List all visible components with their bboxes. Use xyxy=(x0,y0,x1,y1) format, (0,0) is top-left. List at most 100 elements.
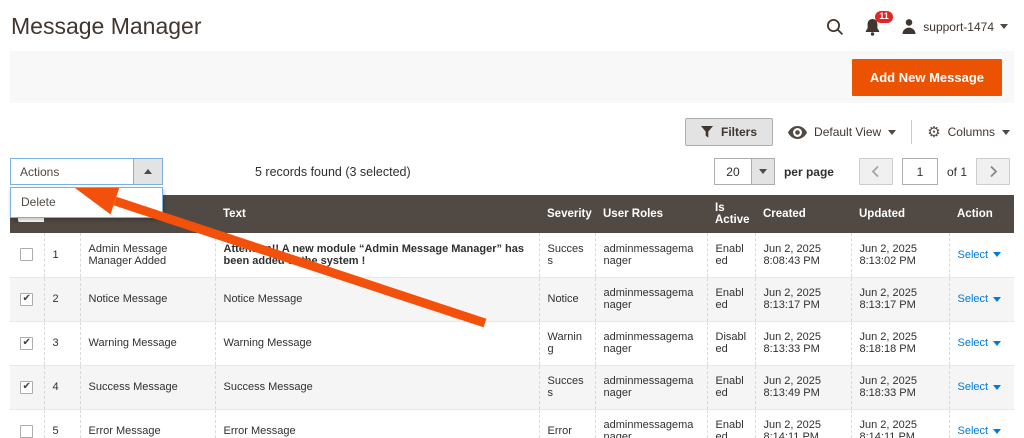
cell-is-active: Enabled xyxy=(707,409,755,438)
default-view-label: Default View xyxy=(814,125,881,139)
header-cell-updated[interactable]: Updated xyxy=(851,195,949,233)
cell-title: Success Message xyxy=(80,365,215,409)
row-select-action[interactable]: Select xyxy=(958,381,1002,393)
row-checkbox[interactable] xyxy=(20,293,33,306)
filters-button[interactable]: Filters xyxy=(685,118,773,146)
chevron-down-icon xyxy=(993,341,1001,346)
table-body: 1 Admin Message Manager Added Attention!… xyxy=(10,233,1014,438)
cell-is-active: Disabled xyxy=(707,321,755,365)
per-page-select[interactable]: 20 xyxy=(714,158,775,185)
cell-user-roles: adminmessagemanager xyxy=(595,321,707,365)
header-cell-created[interactable]: Created xyxy=(755,195,851,233)
row-checkbox[interactable] xyxy=(20,248,33,261)
user-icon xyxy=(901,18,917,35)
chevron-down-icon xyxy=(993,385,1001,390)
toolbar-divider xyxy=(911,120,912,144)
cell-id: 5 xyxy=(44,409,80,438)
funnel-icon xyxy=(701,126,713,138)
cell-is-active: Enabled xyxy=(707,365,755,409)
cell-user-roles: adminmessagemanager xyxy=(595,233,707,277)
cell-checkbox xyxy=(10,233,44,277)
cell-checkbox xyxy=(10,365,44,409)
chevron-down-icon xyxy=(993,252,1001,257)
cell-created: Jun 2, 2025 8:13:33 PM xyxy=(755,321,851,365)
actions-dropdown-wrap: Actions Delete xyxy=(10,158,163,185)
cell-created: Jun 2, 2025 8:08:43 PM xyxy=(755,233,851,277)
delete-menu-item[interactable]: Delete xyxy=(11,188,162,217)
chevron-left-icon xyxy=(871,165,880,178)
cell-text: Error Message xyxy=(215,409,539,438)
per-page-value: 20 xyxy=(715,159,751,184)
actions-dropdown-menu: Delete xyxy=(10,187,163,218)
messages-table: ✓ ID↑ Title Text Severity User Roles Is … xyxy=(10,195,1014,438)
table-row: 3 Warning Message Warning Message Warnin… xyxy=(10,321,1014,365)
table-row: 1 Admin Message Manager Added Attention!… xyxy=(10,233,1014,277)
chevron-up-icon xyxy=(144,169,152,174)
cell-severity: Error xyxy=(539,409,595,438)
header-cell-is-active[interactable]: Is Active xyxy=(707,195,755,233)
cell-severity: Warning xyxy=(539,321,595,365)
cell-severity: Success xyxy=(539,365,595,409)
cell-title: Admin Message Manager Added xyxy=(80,233,215,277)
cell-is-active: Enabled xyxy=(707,277,755,321)
account-menu[interactable]: support-1474 xyxy=(901,18,1008,35)
gear-icon: ⚙ xyxy=(927,125,940,140)
cell-severity: Notice xyxy=(539,277,595,321)
columns-label: Columns xyxy=(948,125,995,139)
cell-checkbox xyxy=(10,321,44,365)
notifications-bell-icon[interactable]: 11 xyxy=(864,18,881,36)
header-cell-text[interactable]: Text xyxy=(215,195,539,233)
chevron-down-icon xyxy=(993,429,1001,434)
row-select-action[interactable]: Select xyxy=(958,249,1002,261)
cell-text: Success Message xyxy=(215,365,539,409)
cell-checkbox xyxy=(10,277,44,321)
row-checkbox[interactable] xyxy=(20,381,33,394)
columns-button[interactable]: ⚙ Columns xyxy=(927,125,1010,140)
cell-user-roles: adminmessagemanager xyxy=(595,365,707,409)
cell-action: Select xyxy=(949,365,1014,409)
page-title: Message Manager xyxy=(11,13,202,40)
row-checkbox[interactable] xyxy=(20,337,33,350)
grid-toolbar: Actions Delete 5 records found (3 select… xyxy=(10,158,1010,185)
next-page-button[interactable] xyxy=(976,158,1010,185)
cell-created: Jun 2, 2025 8:13:49 PM xyxy=(755,365,851,409)
row-select-action[interactable]: Select xyxy=(958,425,1002,437)
cell-checkbox xyxy=(10,409,44,438)
search-icon[interactable] xyxy=(826,18,844,36)
cell-user-roles: adminmessagemanager xyxy=(595,277,707,321)
filters-label: Filters xyxy=(721,125,757,139)
cell-title: Notice Message xyxy=(80,277,215,321)
cell-updated: Jun 2, 2025 8:14:11 PM xyxy=(851,409,949,438)
per-page-label: per page xyxy=(784,165,834,179)
cell-id: 3 xyxy=(44,321,80,365)
cell-text: Warning Message xyxy=(215,321,539,365)
cell-text: Attention!! A new module “Admin Message … xyxy=(215,233,539,277)
chevron-down-icon xyxy=(1000,24,1008,29)
records-count-text: 5 records found (3 selected) xyxy=(255,165,411,179)
cell-action: Select xyxy=(949,409,1014,438)
row-select-action[interactable]: Select xyxy=(958,293,1002,305)
chevron-down-icon xyxy=(888,130,896,135)
per-page-toggle[interactable] xyxy=(751,159,774,184)
row-checkbox[interactable] xyxy=(20,425,33,438)
previous-page-button[interactable] xyxy=(859,158,893,185)
actions-select[interactable]: Actions xyxy=(10,158,163,185)
actions-select-label: Actions xyxy=(11,159,133,184)
page-number-input[interactable] xyxy=(902,158,938,185)
actions-select-toggle[interactable] xyxy=(133,159,162,184)
cell-id: 2 xyxy=(44,277,80,321)
header-cell-severity[interactable]: Severity xyxy=(539,195,595,233)
chevron-down-icon xyxy=(993,297,1001,302)
cell-text: Notice Message xyxy=(215,277,539,321)
row-select-action[interactable]: Select xyxy=(958,337,1002,349)
header-cell-user-roles[interactable]: User Roles xyxy=(595,195,707,233)
header-icons: 11 support-1474 xyxy=(826,18,1008,36)
default-view-button[interactable]: Default View xyxy=(788,125,896,139)
cell-action: Select xyxy=(949,277,1014,321)
table-row: 4 Success Message Success Message Succes… xyxy=(10,365,1014,409)
notification-badge: 11 xyxy=(875,11,894,24)
table-row: 2 Notice Message Notice Message Notice a… xyxy=(10,277,1014,321)
add-new-message-button[interactable]: Add New Message xyxy=(852,59,1002,96)
page-total-label: of 1 xyxy=(947,165,967,179)
table-row: 5 Error Message Error Message Error admi… xyxy=(10,409,1014,438)
